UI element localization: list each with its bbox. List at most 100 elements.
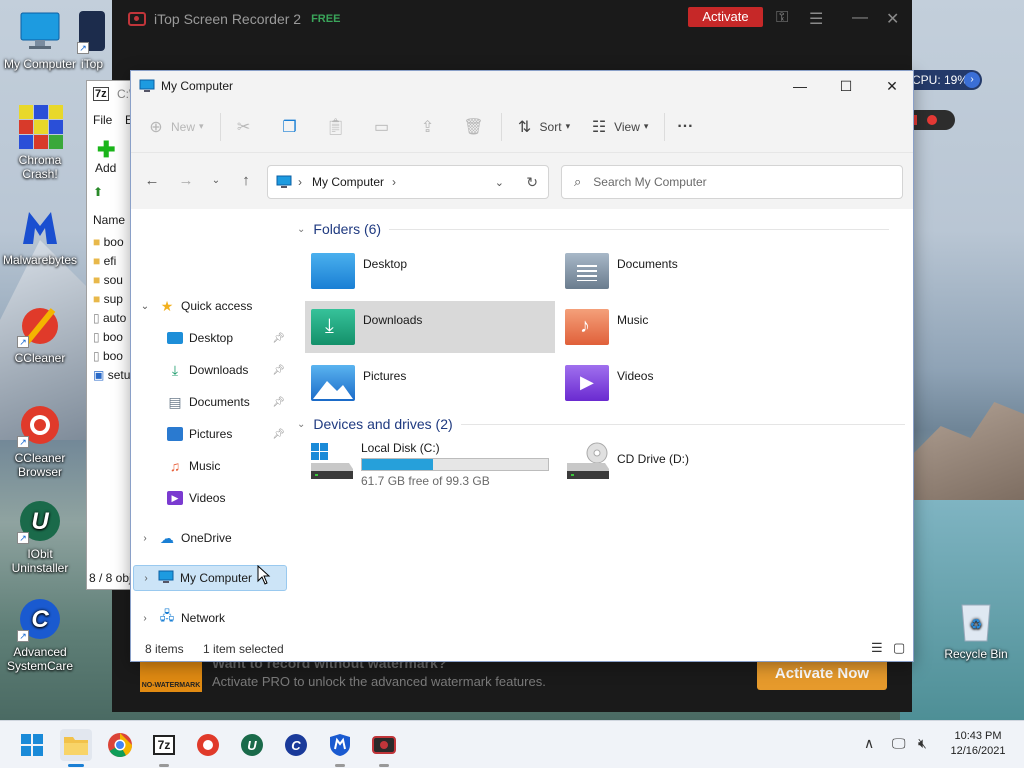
desktop-icon-chroma-crash[interactable]: Chroma Crash!	[0, 104, 80, 181]
drive-tile-d[interactable]: CD Drive (D:)	[565, 441, 811, 491]
nav-item-videos[interactable]: ▶ Videos	[131, 485, 291, 511]
menu-icon[interactable]: ☰	[809, 9, 823, 29]
desktop-icon-recycle-bin[interactable]: ♻ Recycle Bin	[936, 598, 1016, 661]
taskbar-advanced-systemcare[interactable]: C	[280, 729, 312, 761]
arrow-right-icon[interactable]: ›	[964, 72, 980, 88]
chevron-right-icon[interactable]: ›	[392, 175, 396, 189]
up-folder-icon[interactable]: ⬆	[93, 185, 103, 199]
close-icon[interactable]: ✕	[886, 9, 899, 29]
view-button[interactable]: ☷ View ▾	[588, 111, 649, 143]
taskbar-itop-recorder[interactable]	[368, 729, 400, 767]
trash-icon: 🗑︎	[463, 118, 484, 136]
drive-tile-c[interactable]: Local Disk (C:) 61.7 GB free of 99.3 GB	[309, 441, 555, 491]
start-button[interactable]	[16, 729, 48, 761]
desktop-icon-advanced-systemcare[interactable]: C ↗ Advanced SystemCare	[0, 596, 80, 673]
list-item[interactable]: ▯ boo	[93, 330, 123, 344]
nav-item-music[interactable]: ♫ Music	[131, 453, 291, 479]
pin-icon[interactable]: 📌︎	[272, 429, 285, 440]
nav-quick-access[interactable]: ⌄ ★ Quick access	[131, 293, 291, 319]
desktop-folder-icon	[311, 253, 355, 289]
details-view-icon[interactable]: ☰	[871, 640, 883, 656]
pin-icon[interactable]: 📌︎	[272, 333, 285, 344]
nav-item-downloads[interactable]: ⤓ Downloads 📌︎	[131, 357, 291, 383]
paste-button[interactable]: 📋︎	[325, 111, 347, 143]
chevron-right-icon[interactable]: ›	[134, 573, 158, 584]
close-button[interactable]: ✕	[869, 71, 915, 101]
taskbar-ccleaner-browser[interactable]	[192, 729, 224, 761]
pin-icon[interactable]: 📌︎	[272, 365, 285, 376]
minimize-icon[interactable]: —	[852, 9, 868, 27]
sort-button[interactable]: ⇅ Sort ▾	[514, 111, 570, 143]
desktop-icon-malwarebytes[interactable]: Malwarebytes	[0, 204, 80, 267]
desktop-icon-iobit-uninstaller[interactable]: U ↗ IObit Uninstaller	[0, 498, 80, 575]
taskbar-iobit-uninstaller[interactable]: U	[236, 729, 268, 761]
list-item[interactable]: ■ efi	[93, 254, 116, 268]
list-item[interactable]: ▯ auto	[93, 311, 126, 325]
chevron-down-icon[interactable]: ⌄	[495, 176, 504, 189]
new-button[interactable]: ⊕ New ▾	[145, 111, 203, 143]
taskbar-malwarebytes[interactable]	[324, 729, 356, 767]
desktop-icon-itop[interactable]: ↗ iTop	[70, 8, 114, 71]
list-item[interactable]: ■ boo	[93, 235, 124, 249]
desktop-icon-ccleaner[interactable]: ↗ CCleaner	[0, 302, 80, 365]
delete-button[interactable]: 🗑︎	[463, 111, 485, 143]
copy-button[interactable]: ❐	[279, 111, 301, 143]
pin-icon[interactable]: 📌︎	[272, 397, 285, 408]
group-header-drives[interactable]: ⌄ Devices and drives (2)	[297, 416, 905, 432]
volume-muted-icon[interactable]: 🔇︎	[918, 735, 927, 752]
forward-arrow-icon[interactable]: →	[173, 168, 199, 194]
activate-now-button[interactable]: Activate Now	[757, 658, 887, 690]
refresh-icon[interactable]: ↻	[526, 174, 538, 191]
list-item[interactable]: ■ sou	[93, 273, 123, 287]
folder-tile-downloads[interactable]: ⤓ Downloads	[305, 301, 555, 353]
desktop-icon-my-computer[interactable]: My Computer	[0, 8, 80, 71]
rename-button[interactable]: ▭	[371, 111, 393, 143]
cloud-icon: ☁	[160, 529, 174, 546]
list-item[interactable]: ▯ boo	[93, 349, 123, 363]
nav-onedrive[interactable]: › ☁ OneDrive	[131, 525, 291, 551]
add-icon[interactable]: ✚	[97, 137, 115, 163]
up-arrow-icon[interactable]: ↑	[233, 168, 259, 194]
itop-logo-icon	[128, 12, 146, 26]
chevron-down-icon[interactable]: ⌄	[131, 301, 159, 312]
address-row: ← → ⌄ ↑ › My Computer › ⌄ ↻ ⌕ Search My …	[131, 153, 913, 209]
tiles-view-icon[interactable]: ▢	[893, 640, 905, 656]
taskbar-clock[interactable]: 10:43 PM 12/16/2021	[940, 729, 1016, 759]
sevenzip-menu-file[interactable]: File	[93, 113, 112, 127]
folder-tile-desktop[interactable]: Desktop	[305, 245, 555, 297]
network-tray-icon[interactable]: 🖵︎	[892, 735, 906, 752]
chevron-up-icon[interactable]: ∧	[864, 735, 874, 752]
group-header-folders[interactable]: ⌄ Folders (6)	[297, 221, 890, 237]
activate-button[interactable]: Activate	[688, 7, 763, 27]
list-item[interactable]: ■ sup	[93, 292, 123, 306]
folder-tile-documents[interactable]: Documents	[559, 245, 809, 297]
folder-tile-pictures[interactable]: Pictures	[305, 357, 555, 409]
nav-item-pictures[interactable]: Pictures 📌︎	[131, 421, 291, 447]
recent-chevron-icon[interactable]: ⌄	[203, 168, 229, 194]
status-bar: 8 items 1 item selected ☰ ▢	[131, 639, 913, 661]
address-bar[interactable]: › My Computer › ⌄ ↻	[267, 165, 549, 199]
desktop-icon-ccleaner-browser[interactable]: ↗ CCleaner Browser	[0, 402, 80, 479]
back-arrow-icon[interactable]: ←	[139, 168, 165, 194]
nav-item-desktop[interactable]: Desktop 📌︎	[131, 325, 291, 351]
key-icon[interactable]: ⚿	[776, 9, 788, 27]
list-item[interactable]: ▣ setu	[93, 368, 130, 382]
breadcrumb[interactable]: My Computer	[312, 175, 384, 189]
folder-tile-music[interactable]: ♪ Music	[559, 301, 809, 353]
maximize-button[interactable]: ☐	[823, 71, 869, 101]
chevron-right-icon[interactable]: ›	[131, 613, 159, 624]
cut-button[interactable]: ✂	[233, 111, 255, 143]
nav-network[interactable]: › 🖧︎ Network	[131, 605, 291, 631]
sevenzip-add-label[interactable]: Add	[95, 161, 116, 175]
taskbar-7zip[interactable]: 7z	[148, 729, 180, 767]
search-input[interactable]: ⌕ Search My Computer	[561, 165, 903, 199]
minimize-button[interactable]: —	[777, 71, 823, 101]
taskbar-file-explorer[interactable]	[60, 729, 92, 767]
nav-item-documents[interactable]: ▤ Documents 📌︎	[131, 389, 291, 415]
share-button[interactable]: ⇪	[417, 111, 439, 143]
taskbar-chrome[interactable]	[104, 729, 136, 761]
folder-tile-videos[interactable]: ▶ Videos	[559, 357, 809, 409]
more-options-button[interactable]: ···	[677, 111, 693, 143]
chevron-right-icon[interactable]: ›	[131, 533, 159, 544]
sevenzip-col-name[interactable]: Name	[93, 213, 125, 227]
